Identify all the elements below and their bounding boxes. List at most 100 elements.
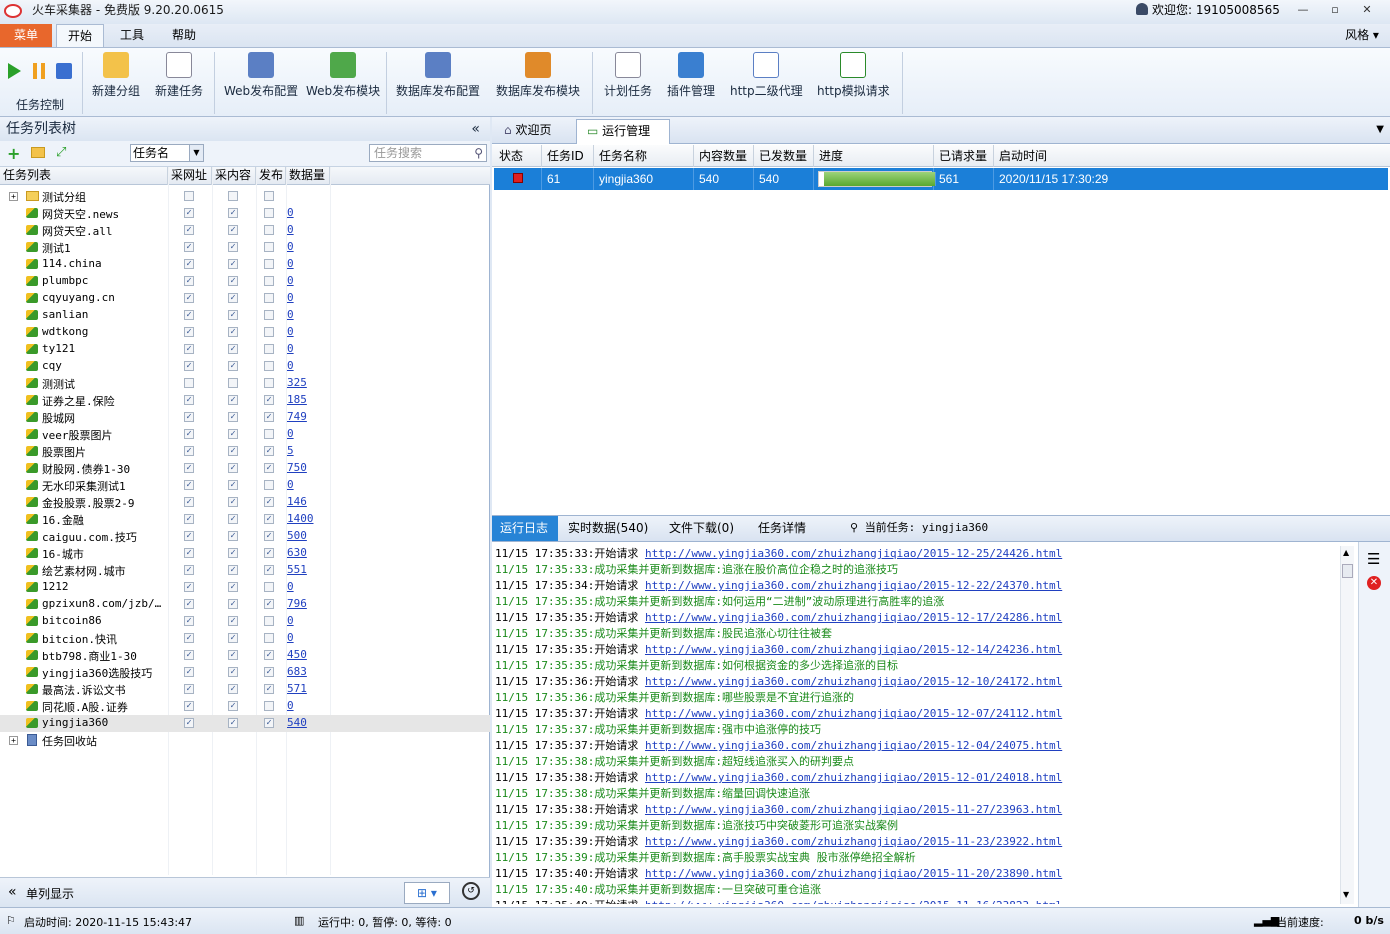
data-count-link[interactable]: 571 bbox=[287, 682, 307, 695]
task-row[interactable]: btb798.商业1-30 ✓ ✓ ✓ 450 bbox=[0, 647, 490, 664]
task-row[interactable]: 金投股票.股票2-9 ✓ ✓ ✓ 146 bbox=[0, 494, 490, 511]
task-row[interactable]: sanlian ✓ ✓ 0 bbox=[0, 307, 490, 324]
db-publish-module-button[interactable]: 数据库发布模块 bbox=[496, 52, 580, 99]
log-url-link[interactable]: http://www.yingjia360.com/zhuizhangjiqia… bbox=[645, 643, 1062, 656]
task-row[interactable]: 股城网 ✓ ✓ ✓ 749 bbox=[0, 409, 490, 426]
data-count-link[interactable]: 325 bbox=[287, 376, 307, 389]
task-row[interactable]: 财股网.债券1-30 ✓ ✓ ✓ 750 bbox=[0, 460, 490, 477]
http-simulate-button[interactable]: http模拟请求 bbox=[817, 52, 890, 99]
checkbox-publish[interactable]: ✓ bbox=[264, 446, 274, 456]
checkbox-url[interactable]: ✓ bbox=[184, 582, 194, 592]
checkbox-url[interactable]: ✓ bbox=[184, 599, 194, 609]
checkbox-url[interactable]: ✓ bbox=[184, 361, 194, 371]
checkbox-content[interactable]: ✓ bbox=[228, 650, 238, 660]
task-search-input[interactable]: 任务搜索 ⚲ bbox=[369, 144, 487, 162]
data-count-link[interactable]: 450 bbox=[287, 648, 307, 661]
checkbox-publish[interactable] bbox=[264, 480, 274, 490]
data-count-link[interactable]: 146 bbox=[287, 495, 307, 508]
checkbox-publish[interactable]: ✓ bbox=[264, 565, 274, 575]
log-url-link[interactable]: http://www.yingjia360.com/zhuizhangjiqia… bbox=[645, 675, 1062, 688]
checkbox-publish[interactable]: ✓ bbox=[264, 684, 274, 694]
checkbox-content[interactable]: ✓ bbox=[228, 633, 238, 643]
web-publish-config-button[interactable]: Web发布配置 bbox=[224, 52, 298, 99]
user-welcome[interactable]: 欢迎您: 19105008565 bbox=[1136, 1, 1280, 18]
checkbox-url[interactable]: ✓ bbox=[184, 327, 194, 337]
task-row[interactable]: yingjia360选股技巧 ✓ ✓ ✓ 683 bbox=[0, 664, 490, 681]
checkbox-content[interactable]: ✓ bbox=[228, 582, 238, 592]
column-collect-content[interactable]: 采内容 bbox=[212, 167, 256, 185]
log-url-link[interactable]: http://www.yingjia360.com/zhuizhangjiqia… bbox=[645, 579, 1062, 592]
checkbox-publish[interactable]: ✓ bbox=[264, 531, 274, 541]
data-count-link[interactable]: 630 bbox=[287, 546, 307, 559]
checkbox-url[interactable]: ✓ bbox=[184, 463, 194, 473]
task-row[interactable]: 无水印采集测试1 ✓ ✓ 0 bbox=[0, 477, 490, 494]
checkbox-content[interactable]: ✓ bbox=[228, 599, 238, 609]
col-published-count[interactable]: 已发数量 bbox=[754, 145, 814, 167]
checkbox-url[interactable]: ✓ bbox=[184, 259, 194, 269]
checkbox-content[interactable] bbox=[228, 378, 238, 388]
log-url-link[interactable]: http://www.yingjia360.com/zhuizhangjiqia… bbox=[645, 899, 1062, 904]
checkbox-url[interactable]: ✓ bbox=[184, 565, 194, 575]
run-row[interactable]: 61 yingjia360 540 540 561 2020/11/15 17:… bbox=[494, 168, 1388, 190]
checkbox-url[interactable]: ✓ bbox=[184, 429, 194, 439]
task-row[interactable]: ty121 ✓ ✓ 0 bbox=[0, 341, 490, 358]
task-row[interactable]: 最高法.诉讼文书 ✓ ✓ ✓ 571 bbox=[0, 681, 490, 698]
tab-start[interactable]: 开始 bbox=[56, 24, 104, 48]
col-requested[interactable]: 已请求量 bbox=[934, 145, 994, 167]
log-url-link[interactable]: http://www.yingjia360.com/zhuizhangjiqia… bbox=[645, 867, 1062, 880]
checkbox-publish[interactable]: ✓ bbox=[264, 412, 274, 422]
task-row[interactable]: 测测试 325 bbox=[0, 375, 490, 392]
column-task-list[interactable]: 任务列表 bbox=[0, 167, 168, 185]
col-status[interactable]: 状态 bbox=[494, 145, 542, 167]
menu-icon[interactable]: ☰ bbox=[1367, 550, 1380, 568]
db-publish-config-button[interactable]: 数据库发布配置 bbox=[396, 52, 480, 99]
checkbox-publish[interactable]: ✓ bbox=[264, 395, 274, 405]
new-task-button[interactable]: 新建任务 bbox=[155, 52, 203, 99]
data-count-link[interactable]: 0 bbox=[287, 359, 294, 372]
data-count-link[interactable]: 0 bbox=[287, 240, 294, 253]
scroll-up-icon[interactable]: ▲ bbox=[1343, 548, 1349, 557]
checkbox-content[interactable]: ✓ bbox=[228, 276, 238, 286]
collapse-icon[interactable]: « bbox=[471, 117, 480, 141]
checkbox-content[interactable]: ✓ bbox=[228, 497, 238, 507]
checkbox-content[interactable]: ✓ bbox=[228, 531, 238, 541]
checkbox-url[interactable]: ✓ bbox=[184, 208, 194, 218]
checkbox-content[interactable]: ✓ bbox=[228, 344, 238, 354]
expand-icon[interactable]: + bbox=[9, 192, 18, 201]
data-count-link[interactable]: 551 bbox=[287, 563, 307, 576]
checkbox-content[interactable]: ✓ bbox=[228, 242, 238, 252]
column-collect-url[interactable]: 采网址 bbox=[168, 167, 212, 185]
task-row[interactable]: 1212 ✓ ✓ 0 bbox=[0, 579, 490, 596]
checkbox-publish[interactable] bbox=[264, 633, 274, 643]
checkbox-publish[interactable] bbox=[264, 616, 274, 626]
checkbox-url[interactable]: ✓ bbox=[184, 548, 194, 558]
double-left-icon[interactable]: « bbox=[8, 884, 17, 900]
data-count-link[interactable]: 0 bbox=[287, 308, 294, 321]
checkbox-content[interactable]: ✓ bbox=[228, 701, 238, 711]
checkbox-publish[interactable]: ✓ bbox=[264, 463, 274, 473]
data-count-link[interactable]: 683 bbox=[287, 665, 307, 678]
task-row[interactable]: 证券之星.保险 ✓ ✓ ✓ 185 bbox=[0, 392, 490, 409]
checkbox-url[interactable]: ✓ bbox=[184, 497, 194, 507]
data-count-link[interactable]: 185 bbox=[287, 393, 307, 406]
http-proxy-button[interactable]: http二级代理 bbox=[730, 52, 803, 99]
log-url-link[interactable]: http://www.yingjia360.com/zhuizhangjiqia… bbox=[645, 803, 1062, 816]
checkbox-url[interactable]: ✓ bbox=[184, 616, 194, 626]
data-count-link[interactable]: 0 bbox=[287, 427, 294, 440]
tab-run-log[interactable]: 运行日志 bbox=[492, 516, 558, 541]
checkbox[interactable] bbox=[184, 191, 194, 201]
tab-file-download[interactable]: 文件下载(0) bbox=[661, 516, 742, 541]
task-row[interactable]: 16.金融 ✓ ✓ ✓ 1400 bbox=[0, 511, 490, 528]
checkbox-content[interactable]: ✓ bbox=[228, 395, 238, 405]
data-count-link[interactable]: 750 bbox=[287, 461, 307, 474]
checkbox-url[interactable] bbox=[184, 378, 194, 388]
checkbox[interactable] bbox=[264, 191, 274, 201]
checkbox-publish[interactable] bbox=[264, 361, 274, 371]
checkbox-publish[interactable]: ✓ bbox=[264, 650, 274, 660]
tab-run-management[interactable]: ▭ 运行管理 bbox=[576, 119, 670, 144]
task-row[interactable]: cqy ✓ ✓ 0 bbox=[0, 358, 490, 375]
checkbox-publish[interactable]: ✓ bbox=[264, 599, 274, 609]
data-count-link[interactable]: 0 bbox=[287, 699, 294, 712]
expand-all-icon[interactable]: ⤢ bbox=[56, 145, 66, 160]
task-row[interactable]: 16-城市 ✓ ✓ ✓ 630 bbox=[0, 545, 490, 562]
